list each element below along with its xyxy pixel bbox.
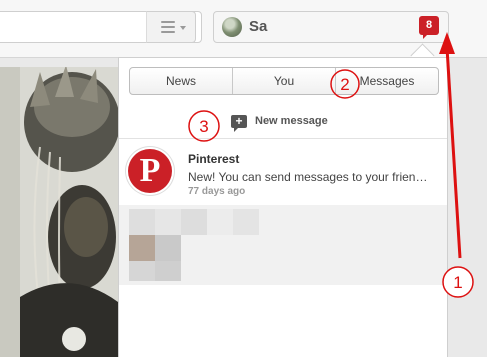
- tab-you[interactable]: You: [233, 68, 336, 94]
- pinterest-logo-icon: P: [128, 149, 172, 193]
- username-label: Sa: [249, 18, 268, 35]
- tab-news[interactable]: News: [130, 68, 233, 94]
- tab-messages[interactable]: Messages: [336, 68, 438, 94]
- redacted-block: [155, 261, 181, 281]
- redacted-block: [129, 235, 155, 261]
- notification-badge[interactable]: 8: [419, 16, 439, 39]
- new-message-label: New message: [255, 115, 328, 127]
- user-menu-button[interactable]: Sa 8: [213, 11, 449, 43]
- redacted-block: [155, 235, 181, 261]
- background-pin-photo: [0, 67, 118, 357]
- annotation-arrow: [445, 47, 462, 259]
- annotation-label-1: 1: [453, 273, 462, 292]
- conversation-sender: Pinterest: [188, 152, 240, 166]
- redacted-block: [155, 209, 181, 235]
- avatar: [222, 17, 242, 37]
- menu-button[interactable]: [146, 11, 196, 43]
- conversation-item[interactable]: P Pinterest New! You can send messages t…: [119, 144, 447, 200]
- top-bar: Sa 8: [0, 0, 487, 58]
- redacted-block: [129, 261, 155, 281]
- redacted-block: [129, 209, 155, 235]
- new-message-button[interactable]: + New message: [119, 108, 447, 139]
- conversation-preview: New! You can send messages to your frien…: [188, 170, 428, 184]
- hamburger-icon: [161, 21, 175, 33]
- conversation-item-redacted[interactable]: [119, 205, 447, 285]
- new-message-icon: +: [231, 115, 247, 132]
- redacted-block: [233, 209, 259, 235]
- redacted-block: [181, 209, 207, 235]
- conversation-time: 77 days ago: [188, 186, 246, 197]
- redacted-block: [207, 209, 233, 235]
- tab-bar: News You Messages: [129, 67, 439, 95]
- notifications-dropdown: News You Messages + New message P Pinter…: [118, 57, 448, 357]
- chevron-down-icon: [180, 26, 186, 30]
- portrait-image: [0, 67, 118, 357]
